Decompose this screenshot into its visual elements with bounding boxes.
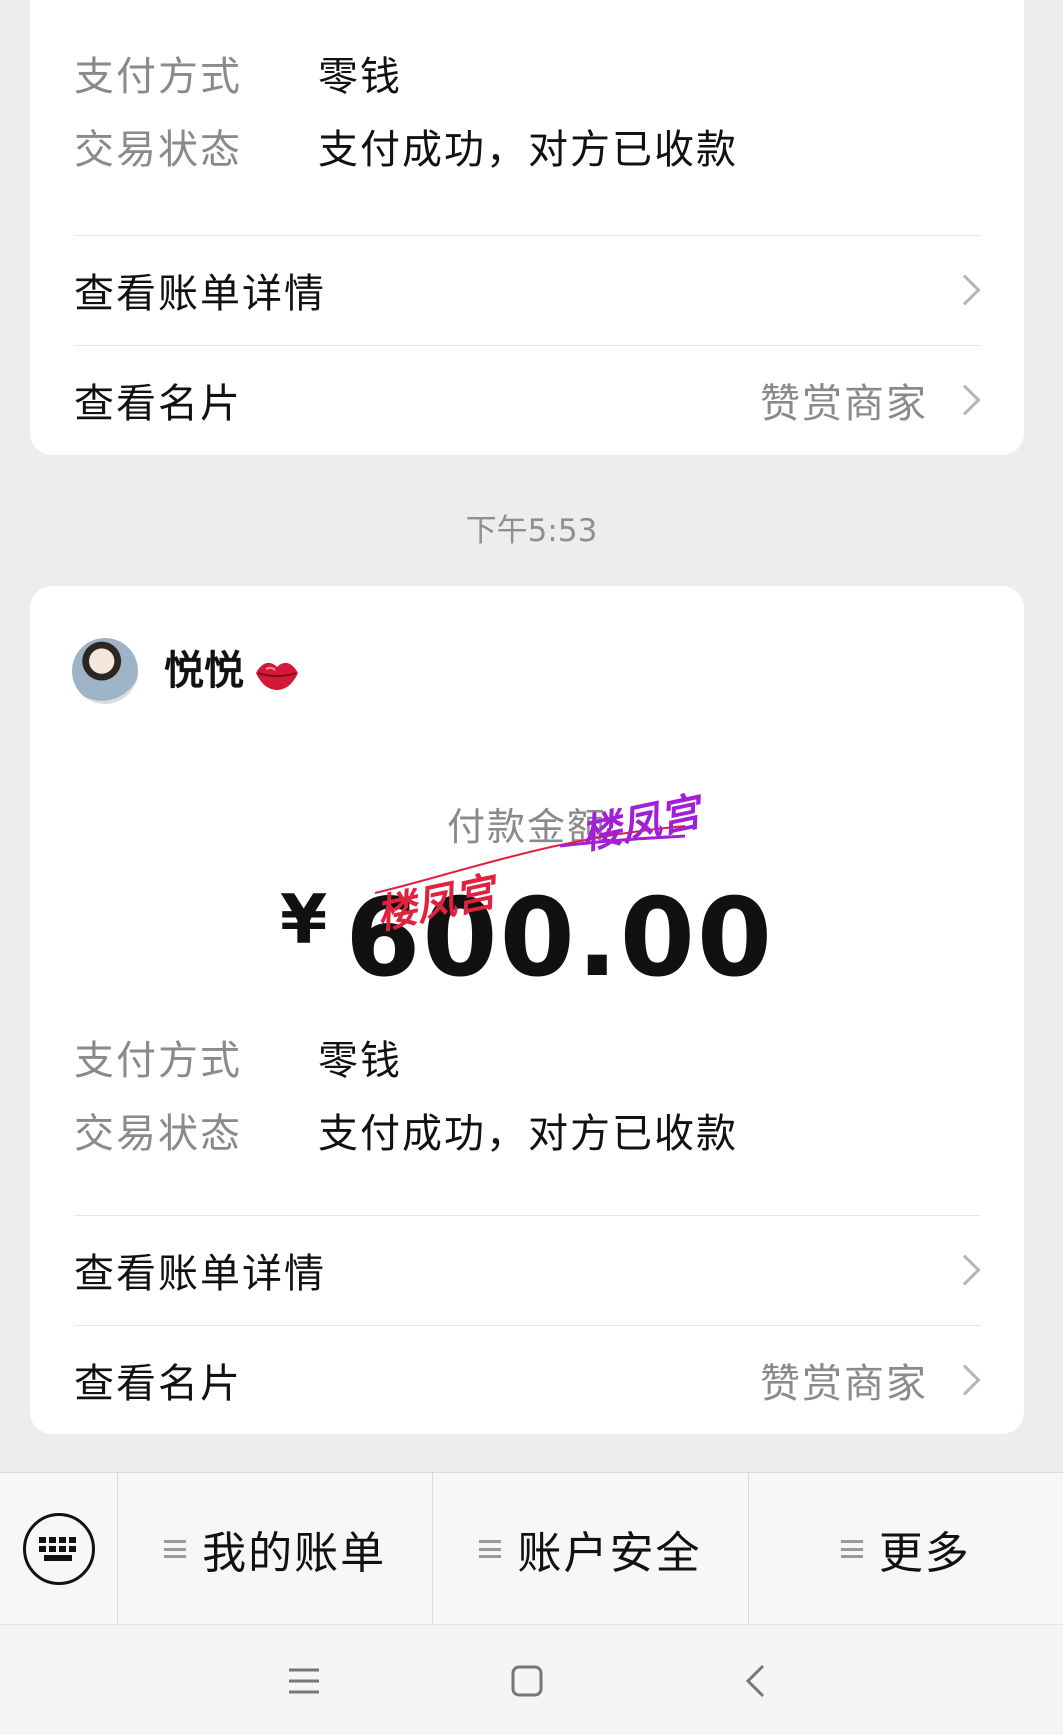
menu-icon xyxy=(289,1668,319,1693)
bottom-menu-bar: 我的账单 账户安全 更多 xyxy=(0,1472,1063,1624)
transaction-status-label: 交易状态 xyxy=(74,1111,242,1157)
payment-method-label: 支付方式 xyxy=(74,54,242,100)
payment-method-label: 支付方式 xyxy=(74,1038,242,1084)
menu-my-bills[interactable]: 我的账单 xyxy=(118,1473,434,1624)
transaction-status-label: 交易状态 xyxy=(74,127,242,173)
view-business-card-label: 查看名片 xyxy=(74,381,242,427)
payment-card-previous: 支付方式 零钱 交易状态 支付成功，对方已收款 查看账单详情 查看名片 赞赏商家 xyxy=(30,0,1024,455)
menu-account-security[interactable]: 账户安全 xyxy=(433,1473,749,1624)
transaction-status-value: 支付成功，对方已收款 xyxy=(318,1111,738,1157)
view-bill-details-link[interactable]: 查看账单详情 xyxy=(74,1216,984,1324)
payee-name: 悦悦 xyxy=(164,646,300,696)
chevron-right-icon xyxy=(949,274,981,306)
menu-lines-icon xyxy=(164,1539,187,1558)
transaction-status-row: 交易状态 支付成功，对方已收款 xyxy=(74,1109,738,1159)
menu-lines-icon xyxy=(840,1539,863,1558)
view-bill-details-link[interactable]: 查看账单详情 xyxy=(74,236,984,344)
view-business-card-link[interactable]: 查看名片 赞赏商家 xyxy=(74,346,984,454)
view-bill-details-label: 查看账单详情 xyxy=(74,271,326,317)
chevron-right-icon xyxy=(949,1254,981,1286)
menu-more-label: 更多 xyxy=(878,1527,971,1579)
home-button[interactable] xyxy=(467,1625,587,1735)
back-chevron-icon xyxy=(745,1664,765,1697)
system-navigation-bar xyxy=(0,1624,1063,1735)
menu-more[interactable]: 更多 xyxy=(749,1473,1063,1624)
keyboard-icon xyxy=(22,1512,95,1585)
transaction-status-value: 支付成功，对方已收款 xyxy=(318,127,738,173)
home-square-icon xyxy=(511,1665,543,1696)
merchant-tag: 赞赏商家 xyxy=(760,1361,928,1407)
currency-symbol: ¥ xyxy=(279,881,328,960)
recent-apps-button[interactable] xyxy=(244,1625,364,1735)
payment-method-row: 支付方式 零钱 xyxy=(74,1036,402,1086)
chevron-right-icon xyxy=(949,384,981,416)
merchant-tag: 赞赏商家 xyxy=(760,381,928,427)
back-button[interactable] xyxy=(695,1625,815,1735)
keyboard-toggle-button[interactable] xyxy=(0,1473,118,1624)
chevron-right-icon xyxy=(949,1364,981,1396)
message-timestamp: 下午5:53 xyxy=(465,513,598,549)
payment-method-value: 零钱 xyxy=(318,54,402,100)
menu-account-security-label: 账户安全 xyxy=(517,1527,702,1579)
payment-method-row: 支付方式 零钱 xyxy=(74,52,402,102)
lips-icon xyxy=(254,654,300,690)
view-business-card-label: 查看名片 xyxy=(74,1361,242,1407)
payee-name-text: 悦悦 xyxy=(164,648,244,694)
menu-lines-icon xyxy=(479,1539,502,1558)
transaction-status-row: 交易状态 支付成功，对方已收款 xyxy=(74,125,738,175)
menu-my-bills-label: 我的账单 xyxy=(202,1527,387,1579)
payment-method-value: 零钱 xyxy=(318,1038,402,1084)
view-business-card-link[interactable]: 查看名片 赞赏商家 xyxy=(74,1326,984,1434)
avatar[interactable] xyxy=(72,638,138,704)
view-bill-details-label: 查看账单详情 xyxy=(74,1251,326,1297)
payment-card: 悦悦 付款金额 ¥600.00 楼凤宫 楼凤宫 支付方式 零钱 交易状态 支付成… xyxy=(30,586,1024,1434)
